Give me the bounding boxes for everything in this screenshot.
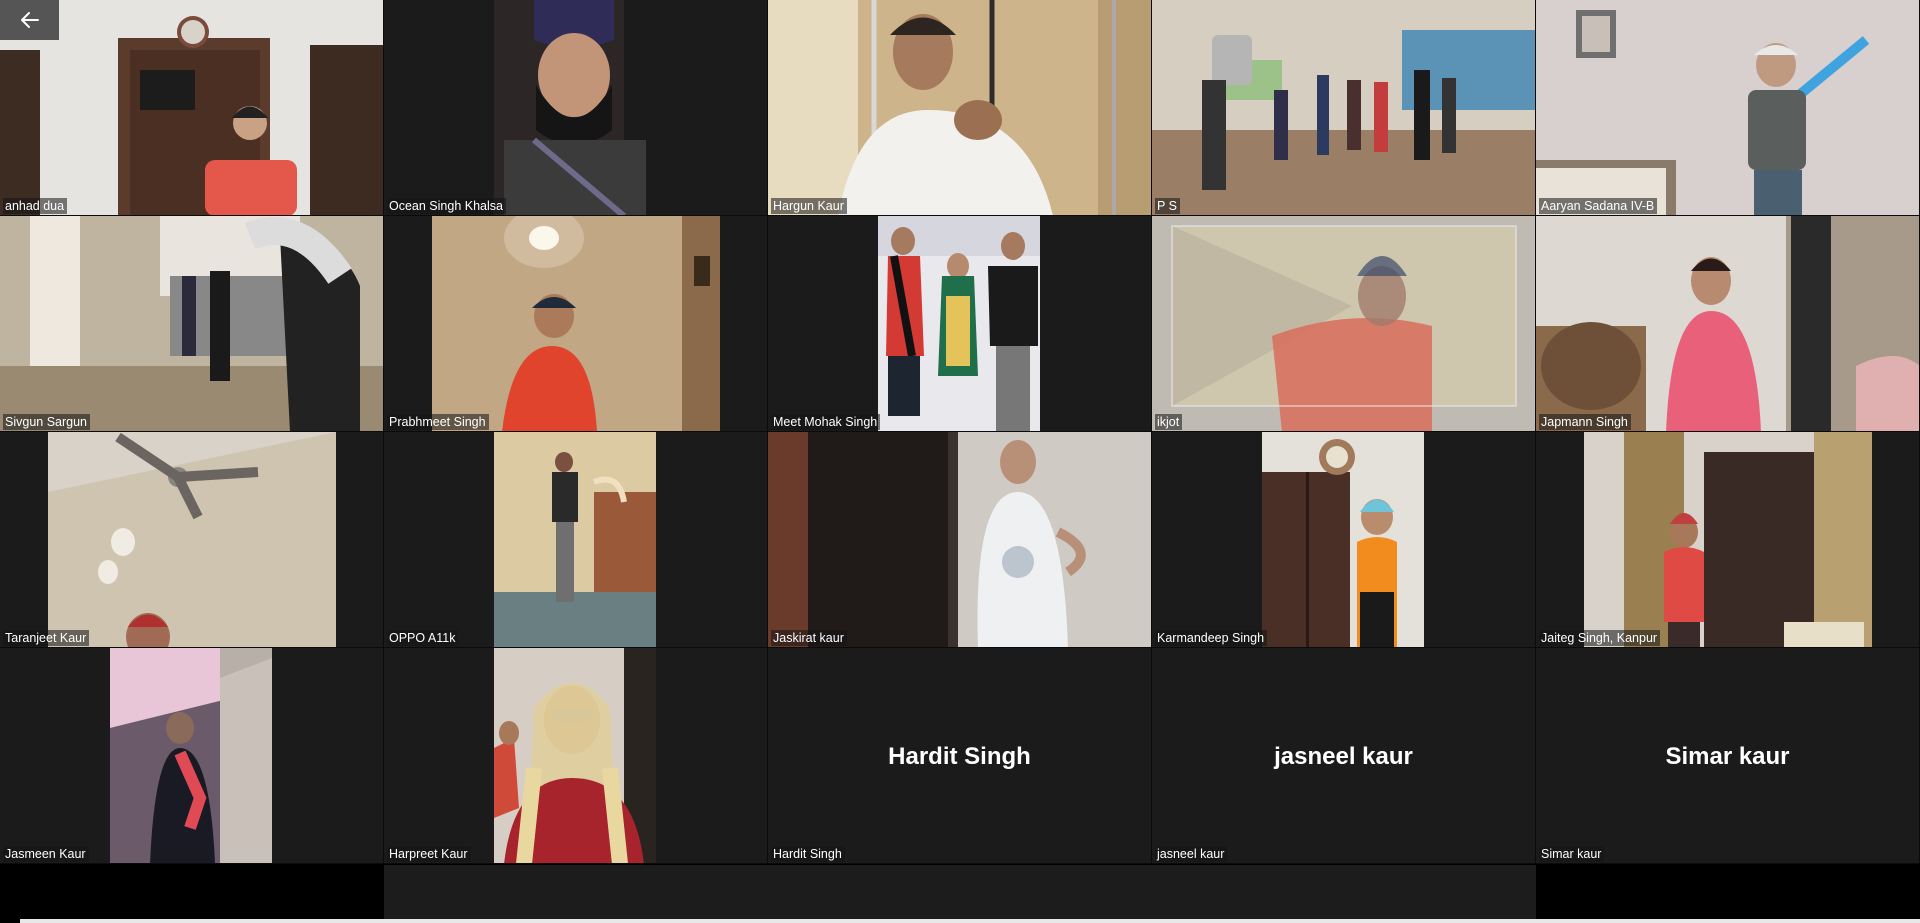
participant-tile[interactable]: Ocean Singh Khalsa <box>384 0 768 216</box>
participant-video <box>432 216 720 431</box>
participant-name: Karmandeep Singh <box>1155 630 1268 646</box>
bottom-strip-panel <box>384 865 1536 919</box>
participant-tile[interactable]: Hardit Singh Hardit Singh <box>768 648 1152 864</box>
participant-name: Sivgun Sargun <box>3 414 91 430</box>
participant-tile[interactable]: Jaiteg Singh, Kanpur <box>1536 432 1920 648</box>
participant-tile[interactable]: OPPO A11k <box>384 432 768 648</box>
bottom-divider <box>20 919 1920 923</box>
participant-video <box>1152 0 1535 215</box>
participant-name: Jaiteg Singh, Kanpur <box>1539 630 1661 646</box>
participant-video <box>48 432 336 647</box>
participant-video <box>1262 432 1424 647</box>
participant-name: P S <box>1155 198 1180 214</box>
participant-name: Jaskirat kaur <box>771 630 847 646</box>
participant-name: Hardit Singh <box>771 846 845 862</box>
participant-name: Meet Mohak Singh <box>771 414 881 430</box>
participant-video <box>1536 0 1919 215</box>
participant-name: Jasmeen Kaur <box>3 846 89 862</box>
participant-grid: anhad dua Ocean Singh Khalsa Hargun Kaur… <box>0 0 1920 865</box>
participant-display-name: jasneel kaur <box>1274 743 1413 770</box>
participant-name: jasneel kaur <box>1155 846 1228 862</box>
participant-name: Ocean Singh Khalsa <box>387 198 506 214</box>
participant-name: Taranjeet Kaur <box>3 630 90 646</box>
participant-video <box>0 216 383 431</box>
participant-name: ikjot <box>1155 414 1183 430</box>
back-button[interactable] <box>0 0 59 40</box>
participant-tile[interactable]: Japmann Singh <box>1536 216 1920 432</box>
participant-video <box>494 432 656 647</box>
participant-video <box>768 432 1151 647</box>
participant-tile[interactable]: Jasmeen Kaur <box>0 648 384 864</box>
arrow-left-icon <box>20 12 39 28</box>
participant-tile[interactable]: Aaryan Sadana IV-B <box>1536 0 1920 216</box>
participant-video <box>878 216 1040 431</box>
participant-tile[interactable]: Sivgun Sargun <box>0 216 384 432</box>
participant-video <box>494 648 656 863</box>
participant-display-name: Hardit Singh <box>888 743 1031 770</box>
participant-tile[interactable]: Prabhmeet Singh <box>384 216 768 432</box>
participant-tile[interactable]: Karmandeep Singh <box>1152 432 1536 648</box>
participant-tile[interactable]: Jaskirat kaur <box>768 432 1152 648</box>
participant-tile[interactable]: Meet Mohak Singh <box>768 216 1152 432</box>
participant-video <box>494 0 656 215</box>
meeting-gallery-view: anhad dua Ocean Singh Khalsa Hargun Kaur… <box>0 0 1920 923</box>
participant-tile[interactable]: P S <box>1152 0 1536 216</box>
participant-tile[interactable]: Simar kaur Simar kaur <box>1536 648 1920 864</box>
participant-name: Hargun Kaur <box>771 198 847 214</box>
participant-video <box>1536 216 1919 431</box>
participant-name: Harpreet Kaur <box>387 846 471 862</box>
participant-name: Prabhmeet Singh <box>387 414 489 430</box>
participant-video <box>768 0 1151 215</box>
participant-tile[interactable]: Hargun Kaur <box>768 0 1152 216</box>
participant-video <box>1152 216 1535 431</box>
participant-name: Simar kaur <box>1539 846 1605 862</box>
participant-name: Aaryan Sadana IV-B <box>1539 198 1658 214</box>
participant-tile[interactable]: Taranjeet Kaur <box>0 432 384 648</box>
participant-video <box>110 648 272 863</box>
participant-name: Japmann Singh <box>1539 414 1631 430</box>
participant-tile[interactable]: ikjot <box>1152 216 1536 432</box>
participant-display-name: Simar kaur <box>1665 743 1790 770</box>
participant-tile[interactable]: Harpreet Kaur <box>384 648 768 864</box>
participant-name: anhad dua <box>3 198 68 214</box>
participant-tile[interactable]: jasneel kaur jasneel kaur <box>1152 648 1536 864</box>
participant-name: OPPO A11k <box>387 630 459 646</box>
participant-video <box>1584 432 1872 647</box>
